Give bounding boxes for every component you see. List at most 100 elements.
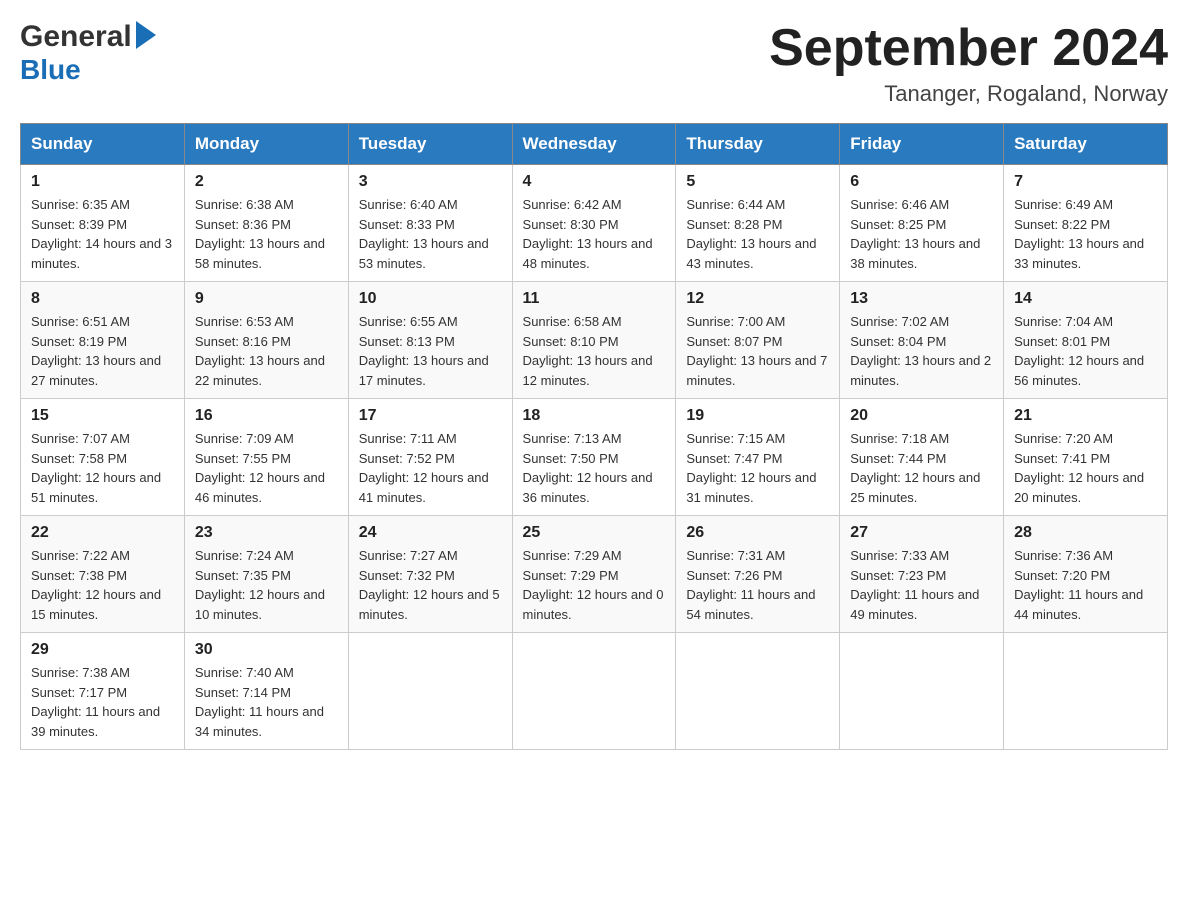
column-header-sunday: Sunday [21,124,185,165]
day-cell: 24 Sunrise: 7:27 AMSunset: 7:32 PMDaylig… [348,516,512,633]
day-info: Sunrise: 6:46 AMSunset: 8:25 PMDaylight:… [850,197,980,271]
day-cell: 23 Sunrise: 7:24 AMSunset: 7:35 PMDaylig… [184,516,348,633]
day-cell [1004,633,1168,750]
day-info: Sunrise: 7:04 AMSunset: 8:01 PMDaylight:… [1014,314,1144,388]
day-cell: 22 Sunrise: 7:22 AMSunset: 7:38 PMDaylig… [21,516,185,633]
day-cell [840,633,1004,750]
day-number: 17 [359,407,502,425]
day-number: 9 [195,290,338,308]
day-cell: 19 Sunrise: 7:15 AMSunset: 7:47 PMDaylig… [676,399,840,516]
day-cell: 9 Sunrise: 6:53 AMSunset: 8:16 PMDayligh… [184,282,348,399]
day-info: Sunrise: 6:38 AMSunset: 8:36 PMDaylight:… [195,197,325,271]
day-number: 11 [523,290,666,308]
day-info: Sunrise: 7:02 AMSunset: 8:04 PMDaylight:… [850,314,991,388]
calendar-table: SundayMondayTuesdayWednesdayThursdayFrid… [20,123,1168,750]
column-header-friday: Friday [840,124,1004,165]
day-cell: 27 Sunrise: 7:33 AMSunset: 7:23 PMDaylig… [840,516,1004,633]
day-cell: 14 Sunrise: 7:04 AMSunset: 8:01 PMDaylig… [1004,282,1168,399]
day-number: 13 [850,290,993,308]
day-cell: 26 Sunrise: 7:31 AMSunset: 7:26 PMDaylig… [676,516,840,633]
day-cell: 20 Sunrise: 7:18 AMSunset: 7:44 PMDaylig… [840,399,1004,516]
day-number: 27 [850,524,993,542]
day-info: Sunrise: 6:58 AMSunset: 8:10 PMDaylight:… [523,314,653,388]
day-number: 12 [686,290,829,308]
day-info: Sunrise: 6:49 AMSunset: 8:22 PMDaylight:… [1014,197,1144,271]
day-number: 14 [1014,290,1157,308]
day-cell: 3 Sunrise: 6:40 AMSunset: 8:33 PMDayligh… [348,165,512,282]
day-number: 15 [31,407,174,425]
day-cell: 7 Sunrise: 6:49 AMSunset: 8:22 PMDayligh… [1004,165,1168,282]
day-info: Sunrise: 7:29 AMSunset: 7:29 PMDaylight:… [523,548,664,622]
day-info: Sunrise: 7:22 AMSunset: 7:38 PMDaylight:… [31,548,161,622]
day-cell [512,633,676,750]
day-info: Sunrise: 6:40 AMSunset: 8:33 PMDaylight:… [359,197,489,271]
column-header-tuesday: Tuesday [348,124,512,165]
day-info: Sunrise: 6:42 AMSunset: 8:30 PMDaylight:… [523,197,653,271]
location-title: Tananger, Rogaland, Norway [769,81,1168,107]
day-cell: 5 Sunrise: 6:44 AMSunset: 8:28 PMDayligh… [676,165,840,282]
week-row-3: 15 Sunrise: 7:07 AMSunset: 7:58 PMDaylig… [21,399,1168,516]
day-info: Sunrise: 7:27 AMSunset: 7:32 PMDaylight:… [359,548,500,622]
logo: General Blue [20,20,156,86]
logo-blue-text: Blue [20,54,81,86]
day-cell: 6 Sunrise: 6:46 AMSunset: 8:25 PMDayligh… [840,165,1004,282]
day-cell: 1 Sunrise: 6:35 AMSunset: 8:39 PMDayligh… [21,165,185,282]
day-cell: 2 Sunrise: 6:38 AMSunset: 8:36 PMDayligh… [184,165,348,282]
week-row-2: 8 Sunrise: 6:51 AMSunset: 8:19 PMDayligh… [21,282,1168,399]
day-cell [348,633,512,750]
column-header-monday: Monday [184,124,348,165]
day-number: 3 [359,173,502,191]
day-info: Sunrise: 7:20 AMSunset: 7:41 PMDaylight:… [1014,431,1144,505]
day-info: Sunrise: 7:07 AMSunset: 7:58 PMDaylight:… [31,431,161,505]
day-cell: 4 Sunrise: 6:42 AMSunset: 8:30 PMDayligh… [512,165,676,282]
day-info: Sunrise: 7:24 AMSunset: 7:35 PMDaylight:… [195,548,325,622]
day-cell: 13 Sunrise: 7:02 AMSunset: 8:04 PMDaylig… [840,282,1004,399]
day-cell: 8 Sunrise: 6:51 AMSunset: 8:19 PMDayligh… [21,282,185,399]
day-info: Sunrise: 6:35 AMSunset: 8:39 PMDaylight:… [31,197,172,271]
day-number: 2 [195,173,338,191]
day-info: Sunrise: 7:31 AMSunset: 7:26 PMDaylight:… [686,548,815,622]
week-row-5: 29 Sunrise: 7:38 AMSunset: 7:17 PMDaylig… [21,633,1168,750]
day-number: 20 [850,407,993,425]
title-block: September 2024 Tananger, Rogaland, Norwa… [769,20,1168,107]
day-number: 21 [1014,407,1157,425]
day-info: Sunrise: 7:18 AMSunset: 7:44 PMDaylight:… [850,431,980,505]
calendar-header-row: SundayMondayTuesdayWednesdayThursdayFrid… [21,124,1168,165]
day-number: 5 [686,173,829,191]
day-cell: 25 Sunrise: 7:29 AMSunset: 7:29 PMDaylig… [512,516,676,633]
day-cell [676,633,840,750]
day-info: Sunrise: 7:15 AMSunset: 7:47 PMDaylight:… [686,431,816,505]
page-header: General Blue September 2024 Tananger, Ro… [20,20,1168,107]
day-cell: 18 Sunrise: 7:13 AMSunset: 7:50 PMDaylig… [512,399,676,516]
day-cell: 21 Sunrise: 7:20 AMSunset: 7:41 PMDaylig… [1004,399,1168,516]
week-row-4: 22 Sunrise: 7:22 AMSunset: 7:38 PMDaylig… [21,516,1168,633]
day-number: 30 [195,641,338,659]
day-info: Sunrise: 6:53 AMSunset: 8:16 PMDaylight:… [195,314,325,388]
day-info: Sunrise: 7:40 AMSunset: 7:14 PMDaylight:… [195,665,324,739]
column-header-saturday: Saturday [1004,124,1168,165]
day-cell: 28 Sunrise: 7:36 AMSunset: 7:20 PMDaylig… [1004,516,1168,633]
day-info: Sunrise: 7:33 AMSunset: 7:23 PMDaylight:… [850,548,979,622]
day-number: 16 [195,407,338,425]
day-cell: 12 Sunrise: 7:00 AMSunset: 8:07 PMDaylig… [676,282,840,399]
day-number: 19 [686,407,829,425]
day-info: Sunrise: 7:09 AMSunset: 7:55 PMDaylight:… [195,431,325,505]
logo-general-text: General [20,20,132,54]
day-number: 22 [31,524,174,542]
day-info: Sunrise: 6:55 AMSunset: 8:13 PMDaylight:… [359,314,489,388]
day-info: Sunrise: 6:51 AMSunset: 8:19 PMDaylight:… [31,314,161,388]
day-cell: 29 Sunrise: 7:38 AMSunset: 7:17 PMDaylig… [21,633,185,750]
day-number: 24 [359,524,502,542]
day-cell: 16 Sunrise: 7:09 AMSunset: 7:55 PMDaylig… [184,399,348,516]
day-number: 25 [523,524,666,542]
day-number: 26 [686,524,829,542]
day-number: 18 [523,407,666,425]
column-header-thursday: Thursday [676,124,840,165]
logo-arrow-icon [136,21,156,49]
day-info: Sunrise: 7:36 AMSunset: 7:20 PMDaylight:… [1014,548,1143,622]
day-cell: 11 Sunrise: 6:58 AMSunset: 8:10 PMDaylig… [512,282,676,399]
column-header-wednesday: Wednesday [512,124,676,165]
day-info: Sunrise: 7:00 AMSunset: 8:07 PMDaylight:… [686,314,827,388]
day-number: 8 [31,290,174,308]
day-info: Sunrise: 7:38 AMSunset: 7:17 PMDaylight:… [31,665,160,739]
